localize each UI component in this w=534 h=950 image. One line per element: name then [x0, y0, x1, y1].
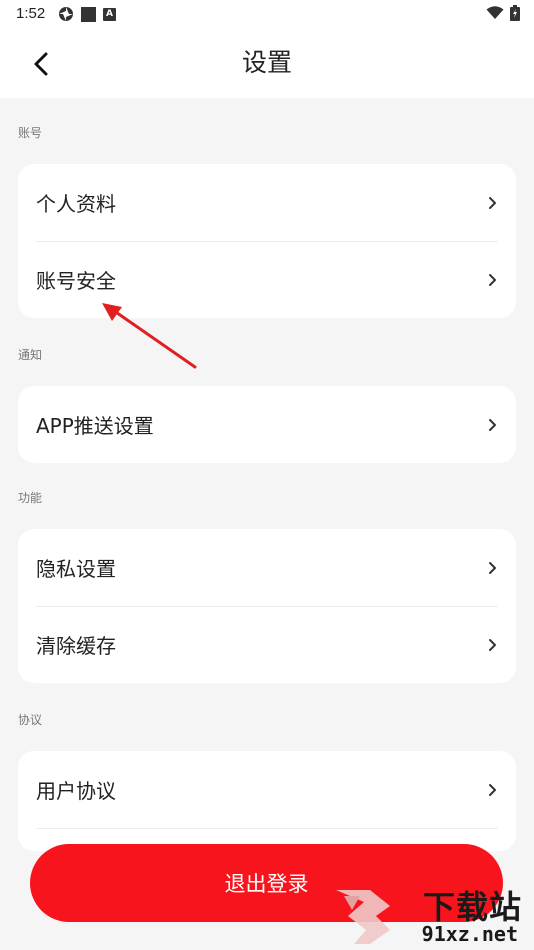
section-label-agreement: 协议: [18, 713, 43, 727]
status-notification-icons: A: [58, 6, 116, 22]
chevron-right-icon: [489, 639, 496, 651]
notification-card: APP推送设置: [18, 386, 516, 463]
watermark-logo-icon: [336, 890, 390, 944]
settings-item-push[interactable]: APP推送设置: [18, 386, 516, 463]
header: 设置: [0, 28, 534, 98]
settings-item-label: 个人资料: [36, 192, 116, 216]
chevron-right-icon: [489, 784, 496, 796]
watermark-domain: 91xz.net: [421, 922, 518, 946]
section-label-notification: 通知: [18, 348, 43, 362]
aperture-icon: [59, 7, 73, 21]
chevron-right-icon: [489, 197, 496, 209]
square-icon: [81, 6, 96, 22]
settings-item-label: 用户协议: [36, 779, 116, 803]
section-label-function: 功能: [18, 491, 43, 505]
status-system-icons: [486, 5, 520, 21]
app-a-icon: A: [103, 7, 116, 21]
settings-item-privacy[interactable]: 隐私设置: [18, 529, 516, 606]
settings-item-clear-cache[interactable]: 清除缓存: [18, 606, 516, 683]
section-label-account: 账号: [18, 126, 43, 140]
chevron-right-icon: [489, 274, 496, 286]
wifi-icon: [486, 6, 504, 19]
settings-item-label: 清除缓存: [36, 634, 116, 658]
settings-item-profile[interactable]: 个人资料: [18, 164, 516, 241]
settings-item-user-agreement[interactable]: 用户协议: [18, 751, 516, 828]
annotation-arrow-icon: [102, 303, 197, 369]
page-title: 设置: [241, 48, 292, 77]
settings-item-label: APP推送设置: [36, 414, 154, 438]
agreement-card: 用户协议: [18, 751, 516, 851]
settings-item-label: 隐私设置: [36, 557, 116, 581]
watermark: 下载站 91xz.net: [330, 882, 526, 948]
battery-icon: [510, 5, 520, 21]
chevron-right-icon: [489, 419, 496, 431]
back-arrow-icon[interactable]: [26, 48, 58, 80]
function-card: 隐私设置 清除缓存: [18, 529, 516, 683]
status-time: 1:52: [16, 5, 46, 22]
settings-item-label: 账号安全: [36, 269, 116, 293]
chevron-right-icon: [489, 562, 496, 574]
status-bar: 1:52 A: [0, 0, 534, 28]
